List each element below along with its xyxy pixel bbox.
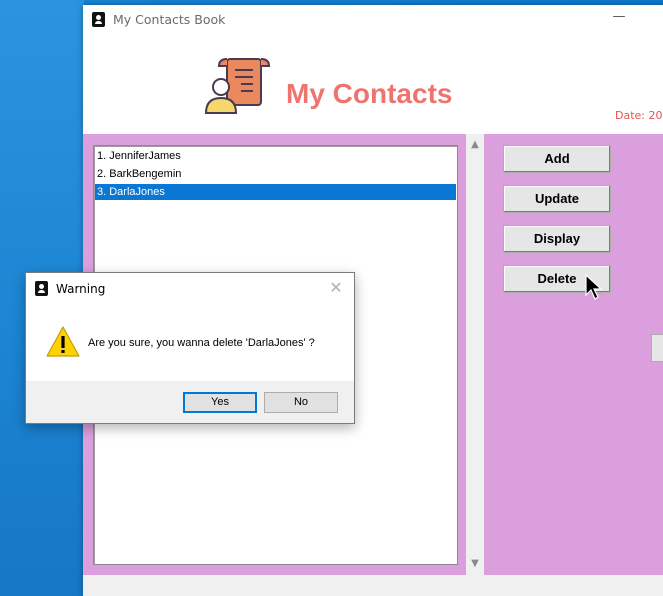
list-item[interactable]: 1. JenniferJames [95,148,456,164]
app-header: My Contacts Date: 202 [83,34,663,134]
dialog-titlebar[interactable]: Warning ✕ [26,273,354,303]
warning-triangle-icon [46,326,80,357]
yes-button[interactable]: Yes [183,392,257,413]
scroll-up-arrow-icon[interactable]: ▲ [466,136,484,154]
warning-dialog: Warning ✕ Are you sure, you wanna delete… [25,272,355,424]
window-titlebar[interactable]: My Contacts Book — [83,5,663,34]
dialog-message: Are you sure, you wanna delete 'DarlaJon… [88,337,315,349]
scroll-down-arrow-icon[interactable]: ▼ [466,555,484,573]
display-button[interactable]: Display [503,225,611,253]
window-bottom-strip [83,575,663,596]
window-title: My Contacts Book [113,12,226,27]
date-label: Date: 202 [615,109,663,122]
contacts-scroll-logo-icon [204,58,271,114]
app-heading: My Contacts [286,78,453,109]
mouse-pointer-icon [585,274,603,300]
list-item[interactable]: 2. BarkBengemin [95,166,456,182]
dialog-title: Warning [56,282,106,296]
dialog-footer: Yes No [26,381,354,423]
minimize-button[interactable]: — [611,10,627,27]
contact-book-icon [92,12,105,27]
partial-button-edge[interactable] [651,334,663,362]
list-item-selected[interactable]: 3. DarlaJones [95,184,456,200]
listbox-scrollbar[interactable]: ▲ ▼ [466,134,484,575]
close-icon[interactable]: ✕ [326,278,346,298]
add-button[interactable]: Add [503,145,611,173]
update-button[interactable]: Update [503,185,611,213]
no-button[interactable]: No [264,392,338,413]
contact-book-icon [35,281,48,296]
